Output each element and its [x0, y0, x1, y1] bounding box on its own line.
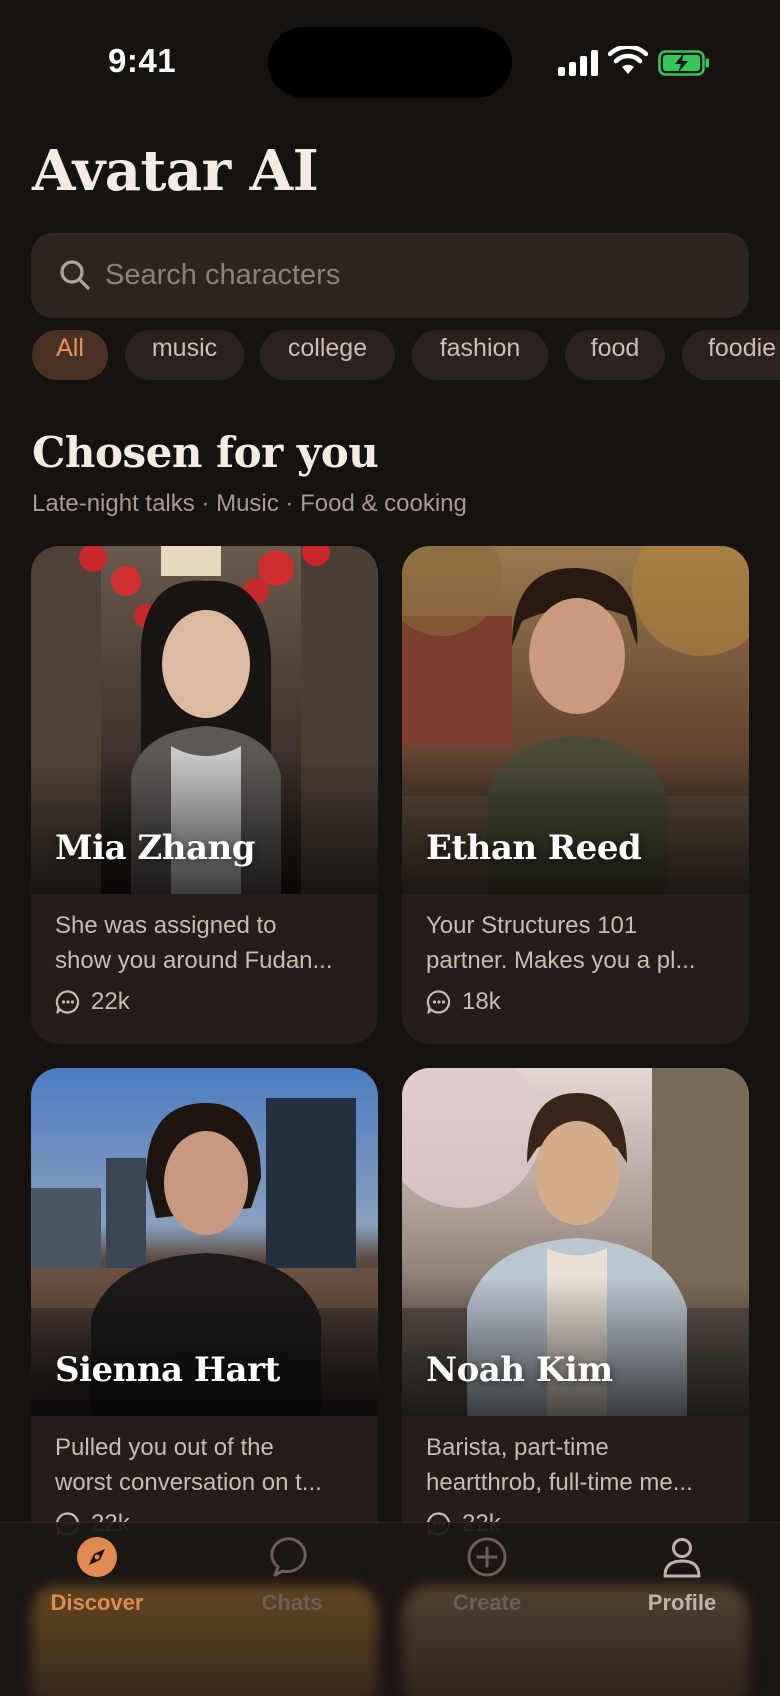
description-line: heartthrob, full-time me...: [426, 1469, 693, 1496]
character-name: Mia Zhang: [55, 828, 255, 868]
chat-count-value: 22k: [91, 988, 130, 1015]
person-icon: [663, 1538, 701, 1578]
chat-count: 22k: [55, 986, 130, 1018]
wifi-icon: [608, 46, 648, 74]
description-line: Pulled you out of the: [55, 1434, 274, 1461]
tab-label: Create: [452, 1590, 522, 1615]
tab-profile[interactable]: Profile: [602, 1535, 762, 1615]
search-input[interactable]: [105, 233, 705, 318]
tab-create[interactable]: Create: [407, 1535, 567, 1615]
character-description: Barista, part-time heartthrob, full-time…: [426, 1430, 731, 1500]
chip-food[interactable]: food: [565, 330, 665, 380]
tab-discover[interactable]: Discover: [17, 1535, 177, 1615]
search-bar[interactable]: [31, 233, 749, 318]
chat-bubble-icon: [55, 990, 80, 1014]
chat-count-value: 18k: [462, 988, 501, 1015]
character-description: Pulled you out of the worst conversation…: [55, 1430, 360, 1500]
plus-circle-icon: [467, 1537, 507, 1577]
description-line: show you around Fudan...: [55, 947, 333, 974]
description-line: worst conversation on t...: [55, 1469, 322, 1496]
chat-count: 18k: [426, 986, 501, 1018]
description-line: She was assigned to: [55, 912, 277, 939]
section-subtitle: Late-night talks · Music · Food & cookin…: [32, 490, 467, 517]
character-name: Sienna Hart: [55, 1350, 280, 1390]
tab-chats[interactable]: Chats: [212, 1535, 372, 1615]
character-card[interactable]: Ethan Reed Your Structures 101 partner. …: [402, 546, 749, 1044]
battery-icon: [658, 50, 709, 76]
chip-fashion[interactable]: fashion: [412, 330, 548, 380]
chip-college[interactable]: college: [260, 330, 395, 380]
tab-label: Chats: [261, 1590, 323, 1615]
character-name: Noah Kim: [426, 1350, 613, 1390]
category-chips: All music college fashion food foodie: [0, 330, 780, 380]
chat-bubble-icon: [270, 1537, 307, 1577]
cellular-signal-icon: [558, 50, 598, 76]
search-icon: [60, 260, 90, 290]
chip-all[interactable]: All: [32, 330, 108, 380]
character-name: Ethan Reed: [426, 828, 642, 868]
tab-label: Profile: [647, 1590, 717, 1615]
description-line: Your Structures 101: [426, 912, 638, 939]
status-bar: 9:41: [0, 0, 780, 130]
character-description: Your Structures 101 partner. Makes you a…: [426, 908, 731, 978]
app-title: Avatar AI: [32, 138, 319, 204]
character-card[interactable]: Noah Kim Barista, part-time heartthrob, …: [402, 1068, 749, 1566]
character-card[interactable]: Mia Zhang She was assigned to show you a…: [31, 546, 378, 1044]
character-description: She was assigned to show you around Fuda…: [55, 908, 360, 978]
character-card[interactable]: Sienna Hart Pulled you out of the worst …: [31, 1068, 378, 1566]
compass-icon: [77, 1537, 117, 1577]
description-line: partner. Makes you a pl...: [426, 947, 696, 974]
description-line: Barista, part-time: [426, 1434, 609, 1461]
tab-label: Discover: [50, 1590, 144, 1615]
dynamic-island: [268, 27, 512, 98]
chip-music[interactable]: music: [125, 330, 244, 380]
section-title: Chosen for you: [32, 428, 379, 477]
chat-bubble-icon: [426, 990, 451, 1014]
chip-foodie[interactable]: foodie: [682, 330, 780, 380]
status-time: 9:41: [108, 42, 177, 79]
